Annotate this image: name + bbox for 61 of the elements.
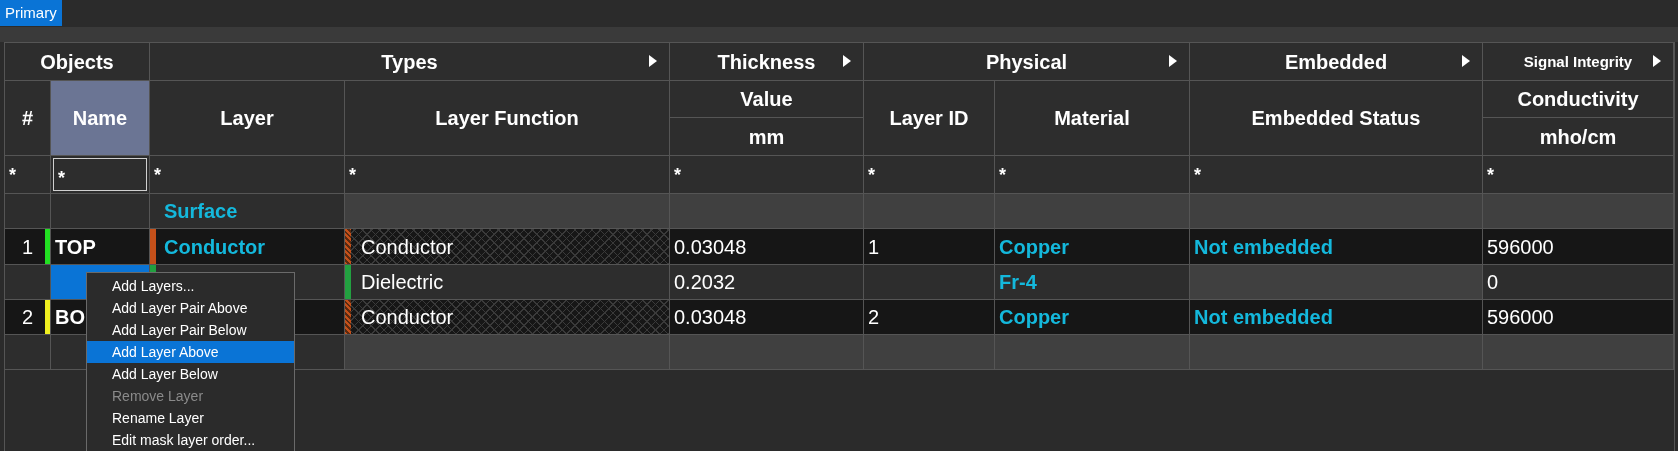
embedded-status: Not embedded	[1193, 234, 1333, 260]
group-label: Surface	[164, 199, 238, 224]
column-header[interactable]: #	[5, 81, 51, 156]
column-group-header: Signal Integrity	[1483, 43, 1674, 81]
conductivity: 596000	[1486, 234, 1554, 260]
menu-item[interactable]: Edit mask layer order...	[87, 429, 294, 451]
column-group-header: Embedded	[1190, 43, 1483, 81]
expand-arrow-icon[interactable]	[649, 55, 657, 67]
filter-field[interactable]: *	[53, 158, 147, 191]
conductivity: 0	[1486, 270, 1499, 295]
thickness-value: 0.03048	[673, 234, 747, 260]
column-group-header: Thickness	[670, 43, 864, 81]
thickness-value: 0.2032	[673, 270, 736, 295]
layer-name: BO	[54, 305, 85, 330]
column-header[interactable]: Embedded Status	[1190, 81, 1483, 156]
expand-arrow-icon[interactable]	[1653, 55, 1661, 67]
filter-field[interactable]: *	[1190, 156, 1482, 193]
column-header[interactable]: Conductivity	[1483, 81, 1674, 118]
thickness-value: 0.03048	[673, 305, 747, 330]
filter-field[interactable]: *	[670, 156, 863, 193]
column-header[interactable]: Layer ID	[864, 81, 995, 156]
expand-arrow-icon[interactable]	[1462, 55, 1470, 67]
layer-function: Dielectric	[361, 270, 444, 295]
menu-item[interactable]: Add Layer Pair Below	[87, 319, 294, 341]
filter-field[interactable]: *	[150, 156, 344, 193]
material: Copper	[998, 234, 1069, 260]
filter-field[interactable]: *	[1483, 156, 1673, 193]
material: Copper	[998, 305, 1069, 330]
filter-field[interactable]: *	[5, 156, 50, 193]
column-header[interactable]: Layer Function	[345, 81, 670, 156]
layer-name: TOP	[54, 234, 96, 260]
unit-header: mho/cm	[1483, 118, 1674, 156]
row-number: 2	[20, 305, 35, 330]
filter-field[interactable]: *	[864, 156, 994, 193]
filter-field[interactable]: *	[995, 156, 1189, 193]
menu-item[interactable]: Add Layer Above	[87, 341, 294, 363]
expand-arrow-icon[interactable]	[1169, 55, 1177, 67]
layer-function: Conductor	[361, 305, 454, 330]
column-header[interactable]: Name	[51, 81, 150, 156]
column-group-header: Physical	[864, 43, 1190, 81]
column-group-header: Objects	[5, 43, 150, 81]
menu-item[interactable]: Add Layers...	[87, 275, 294, 297]
column-header[interactable]: Layer	[150, 81, 345, 156]
menu-item[interactable]: Rename Layer	[87, 407, 294, 429]
embedded-status: Not embedded	[1193, 305, 1333, 330]
column-group-header: Types	[150, 43, 670, 81]
layer-id: 1	[867, 234, 880, 260]
row-number: 1	[20, 234, 35, 260]
expand-arrow-icon[interactable]	[843, 55, 851, 67]
tab[interactable]: Primary	[0, 0, 62, 26]
unit-header: mm	[670, 118, 864, 156]
column-header[interactable]: Material	[995, 81, 1190, 156]
menu-item[interactable]: Add Layer Below	[87, 363, 294, 385]
layer-id: 2	[867, 305, 880, 330]
filter-field[interactable]: *	[345, 156, 669, 193]
column-header[interactable]: Value	[670, 81, 864, 118]
conductivity: 596000	[1486, 305, 1554, 330]
material: Fr-4	[998, 270, 1037, 295]
layer-type: Conductor	[164, 234, 266, 260]
menu-item[interactable]: Add Layer Pair Above	[87, 297, 294, 319]
layer-function: Conductor	[361, 234, 454, 260]
